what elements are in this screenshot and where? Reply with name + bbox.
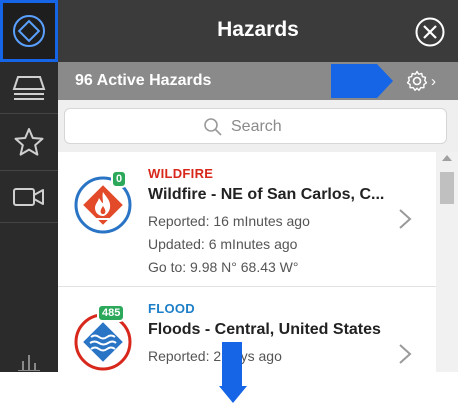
hazards-list: 0 WILDFIRE Wildfire - NE of San Carlos, … (58, 152, 458, 372)
hazards-panel: Hazards 96 Active Hazards › Search 0 WIL… (58, 0, 458, 372)
layers-stack-icon (12, 75, 46, 100)
active-hazards-bar: 96 Active Hazards › (58, 62, 458, 100)
search-input[interactable] (231, 115, 381, 139)
settings-chevron: › (431, 72, 436, 90)
hazard-category: FLOOD (148, 301, 195, 316)
diamond-layers-icon (13, 15, 45, 47)
panel-header: Hazards (58, 0, 458, 62)
hazard-goto: Go to: 9.98 N° 68.43 W° (148, 259, 299, 275)
scroll-up-arrow-icon[interactable] (442, 155, 452, 161)
chevron-right-icon (399, 209, 412, 229)
arrow-down-indicator-icon (219, 342, 247, 403)
hazard-badge: 0 (111, 170, 128, 188)
rail-analytics-button[interactable] (0, 340, 58, 372)
arrow-right-indicator-icon (331, 64, 393, 98)
hazard-title: Wildfire - NE of San Carlos, C... (148, 186, 385, 203)
hazard-title: Floods - Central, United States (148, 321, 381, 338)
left-nav-rail (0, 0, 58, 372)
hazard-reported: Reported: 16 mInutes ago (148, 213, 310, 229)
search-box[interactable] (64, 108, 447, 144)
hazard-category: WILDFIRE (148, 166, 214, 181)
search-icon (204, 118, 222, 136)
hazard-updated: Updated: 6 mInutes ago (148, 236, 298, 252)
settings-button[interactable]: › (406, 70, 446, 92)
hazard-list-item-wildfire[interactable]: 0 WILDFIRE Wildfire - NE of San Carlos, … (58, 152, 436, 287)
hazard-reported: Reported: 2 days ago (148, 348, 282, 364)
rail-favorites-button[interactable] (0, 114, 58, 171)
active-hazards-count: 96 Active Hazards (75, 72, 212, 89)
list-scrollbar[interactable] (436, 152, 458, 372)
rail-layers-button[interactable] (0, 62, 58, 114)
hazard-badge: 485 (97, 304, 126, 322)
search-bar (58, 100, 458, 152)
rail-video-button[interactable] (0, 171, 58, 223)
star-icon (14, 128, 44, 156)
video-camera-icon (13, 187, 44, 206)
chevron-right-icon (399, 344, 412, 364)
rail-hazards-button[interactable] (0, 0, 58, 62)
gear-icon (406, 70, 428, 91)
scroll-thumb[interactable] (440, 172, 454, 204)
close-circle-icon[interactable] (415, 17, 445, 47)
bar-chart-icon (18, 355, 40, 371)
panel-title: Hazards (217, 18, 299, 41)
